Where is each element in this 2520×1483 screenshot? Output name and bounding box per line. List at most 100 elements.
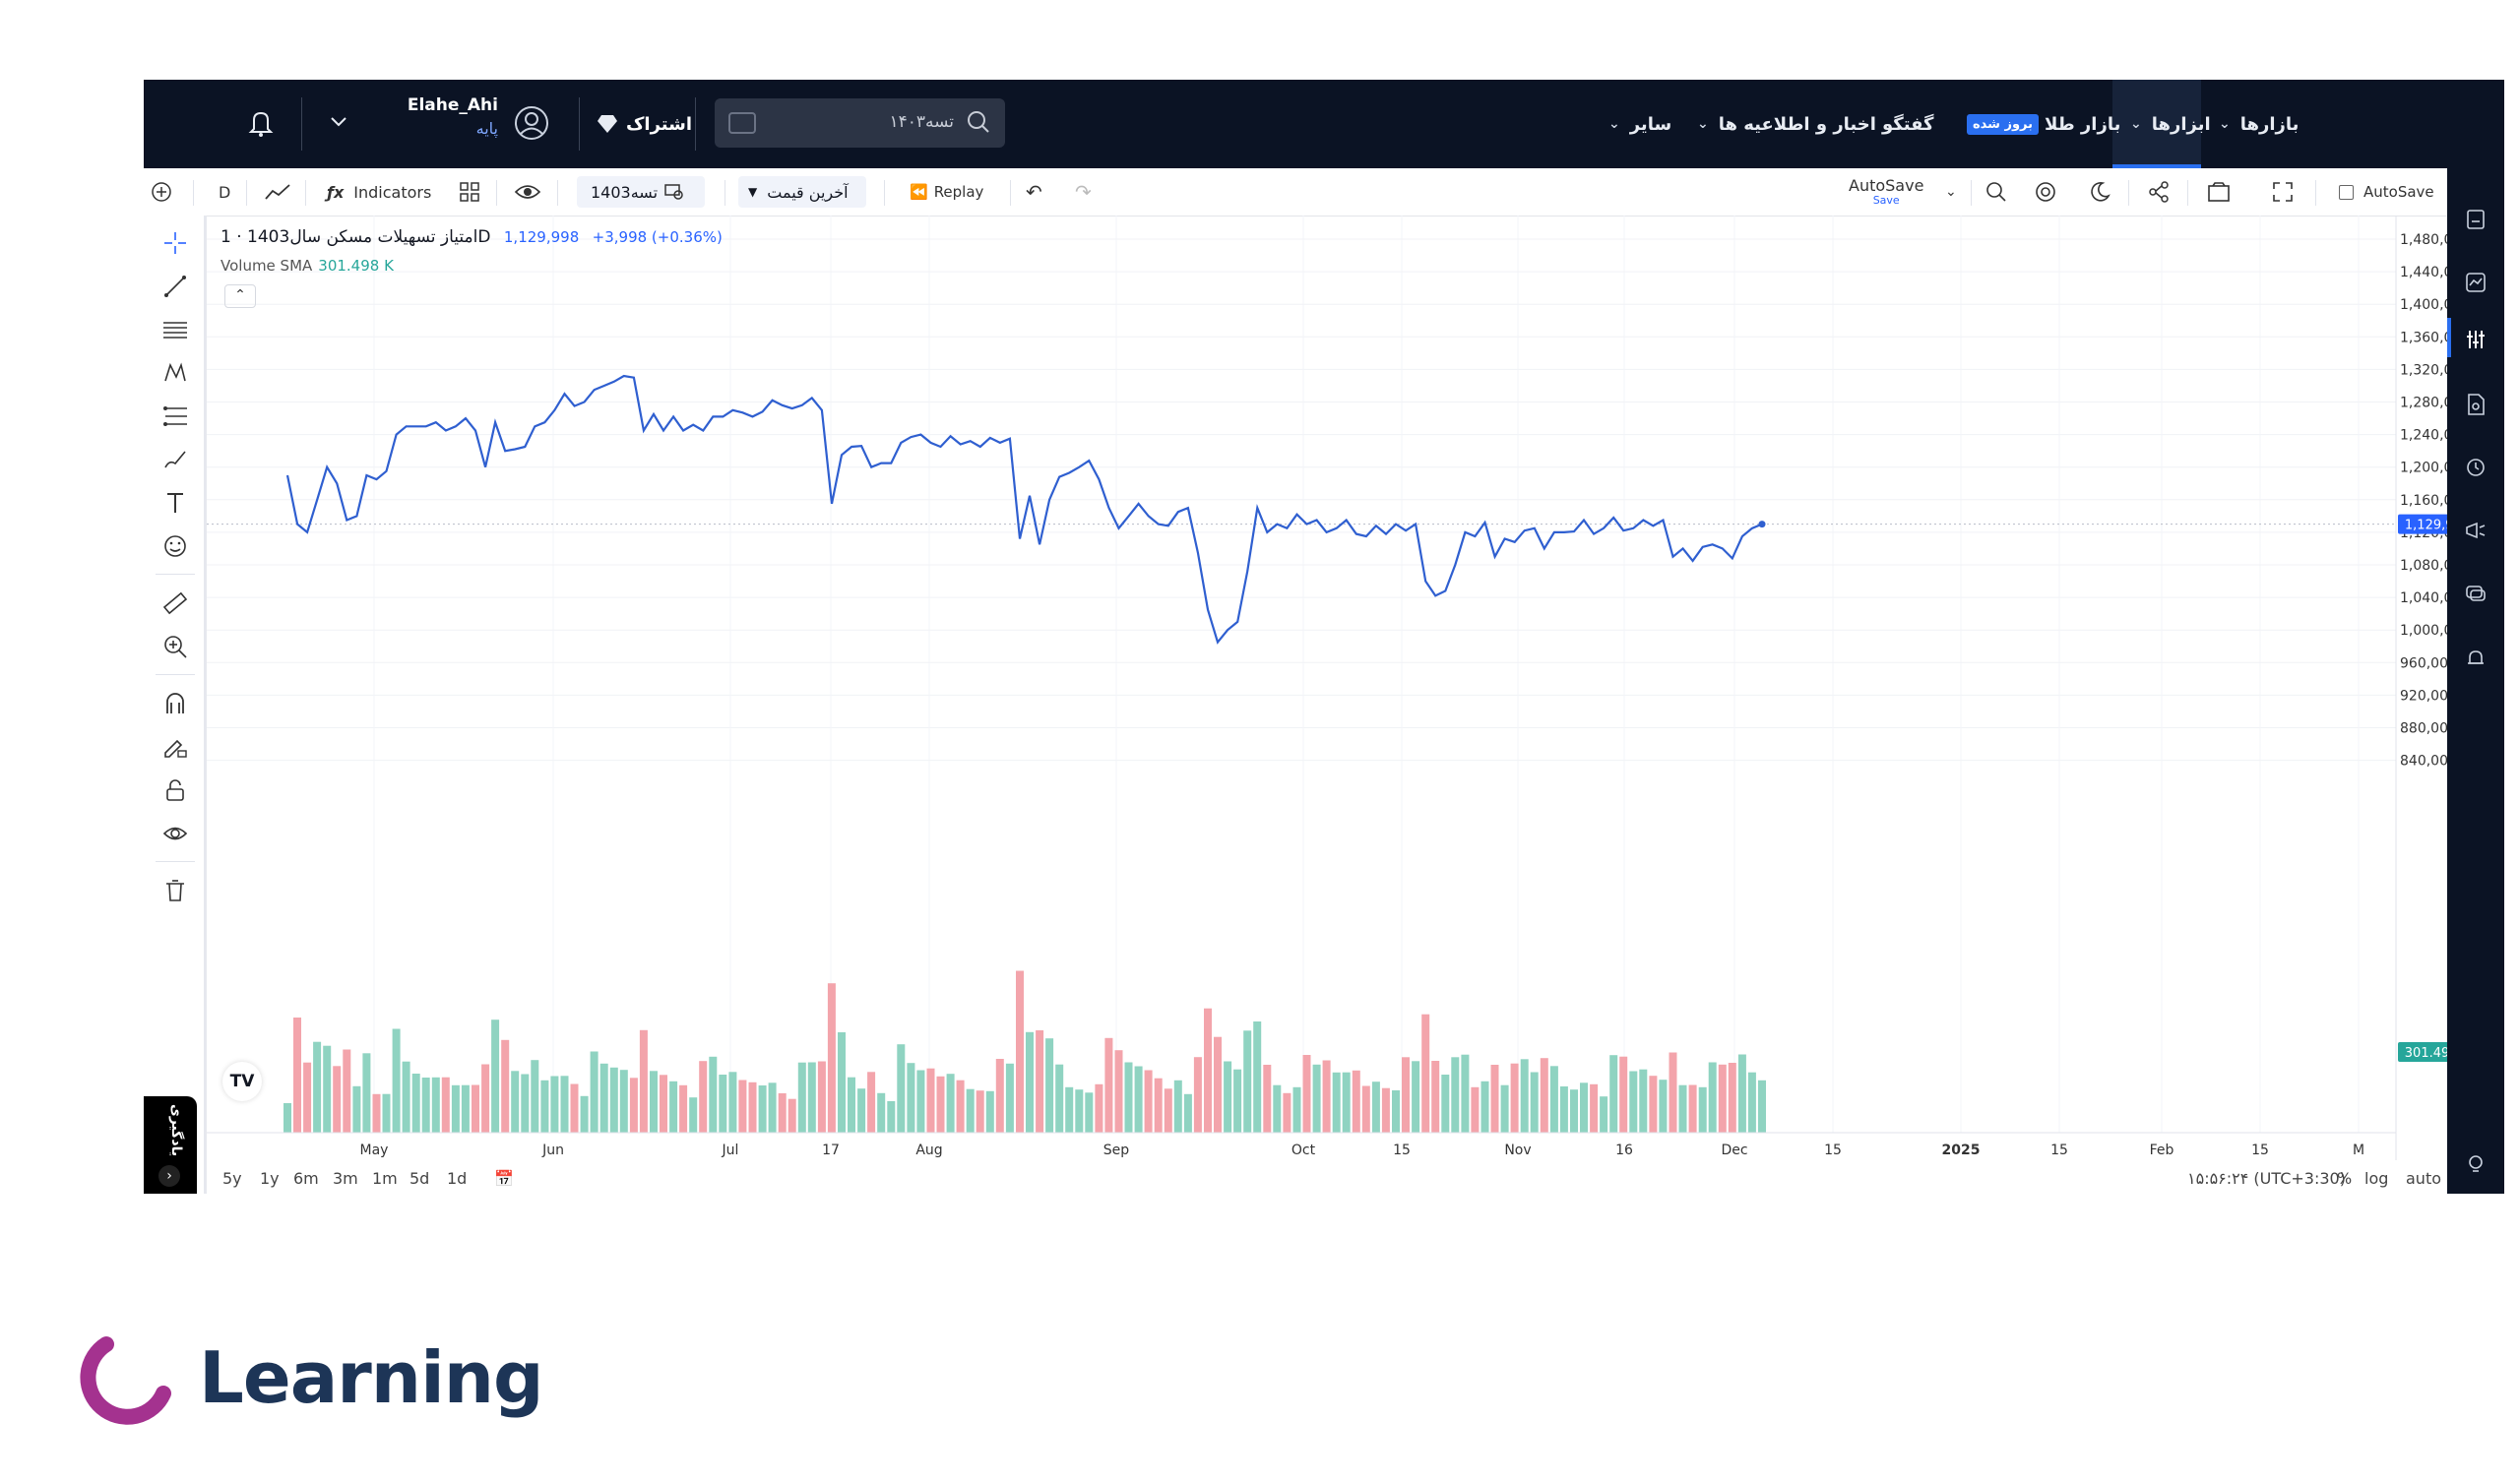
x-tick-label: Dec — [1721, 1143, 1747, 1158]
volume-bar — [1183, 1093, 1192, 1133]
price-chart[interactable]: 1,480,000 1,440,000 1,400,000 1,360,000 1,32… — [207, 216, 2447, 1167]
visibility-icon[interactable] — [161, 820, 189, 847]
chart-window-icon[interactable] — [2464, 271, 2488, 294]
x-tick-label: Sep — [1103, 1143, 1130, 1158]
emoji-icon[interactable] — [161, 532, 189, 560]
chart-area[interactable]: 1,480,000 1,440,000 1,400,000 1,360,000 1,32… — [207, 216, 2447, 1194]
nav-markets[interactable]: ⌄ بازارها — [2219, 80, 2299, 168]
clear-icon[interactable] — [728, 112, 756, 134]
range-5d[interactable]: 5d — [410, 1169, 429, 1188]
calendar-icon[interactable]: 📅 — [494, 1169, 514, 1188]
divider — [246, 180, 247, 206]
price-type-select[interactable]: ▼ آخرین قیمت — [738, 176, 866, 208]
ruler-icon[interactable] — [161, 589, 189, 617]
percent-toggle[interactable]: % — [2337, 1169, 2352, 1188]
range-6m[interactable]: 6m — [293, 1169, 319, 1188]
volume-bar — [1214, 1036, 1222, 1133]
lightbulb-icon[interactable] — [2464, 1152, 2488, 1176]
volume-bar — [1224, 1061, 1232, 1133]
snapshot-icon[interactable] — [2207, 168, 2231, 216]
moon-icon[interactable] — [2089, 168, 2110, 216]
zoom-in-icon[interactable] — [161, 633, 189, 660]
undo-icon[interactable]: ↶ — [1026, 168, 1042, 216]
eye-icon[interactable] — [514, 168, 541, 216]
bell-icon[interactable] — [246, 107, 276, 139]
volume-bar — [916, 1070, 925, 1133]
volume-bar — [738, 1080, 747, 1133]
sliders-icon[interactable] — [2464, 328, 2488, 351]
auto-toggle[interactable]: auto — [2406, 1169, 2441, 1188]
megaphone-icon[interactable] — [2464, 519, 2488, 542]
chart-type-icon[interactable] — [264, 168, 291, 216]
alert-clock-icon[interactable] — [2464, 456, 2488, 479]
nav-gold-market[interactable]: بروز شده بازار طلا — [1967, 80, 2120, 168]
volume-bar — [709, 1056, 718, 1133]
collapse-legend-button[interactable]: ⌃ — [224, 284, 256, 308]
volume-bar — [550, 1076, 559, 1133]
document-icon[interactable] — [2464, 393, 2488, 416]
range-1y[interactable]: 1y — [260, 1169, 280, 1188]
quick-search-icon[interactable] — [1984, 168, 2008, 216]
volume-bar — [768, 1082, 777, 1133]
volume-bar — [1055, 1064, 1064, 1133]
share-icon[interactable] — [2148, 168, 2170, 216]
brush-icon[interactable] — [161, 446, 189, 473]
learning-tab[interactable]: یادگیری › — [144, 1096, 197, 1194]
horizontal-lines-icon[interactable] — [161, 316, 189, 343]
clock-time[interactable]: ۱۵:۵۶:۲۴ (UTC+3:30) — [2187, 1169, 2346, 1188]
rewind-icon: ⏪ — [910, 183, 928, 201]
y-tick-label: 1,040,000 — [2400, 590, 2447, 606]
search-input[interactable]: تسه۱۴۰۳ — [889, 112, 954, 132]
settings-icon[interactable] — [2034, 168, 2057, 216]
drawing-toolbar — [144, 216, 207, 1194]
nav-chat[interactable]: گفتگو — [1882, 80, 1934, 168]
range-3m[interactable]: 3m — [333, 1169, 358, 1188]
magnet-icon[interactable] — [161, 690, 189, 717]
nav-tools[interactable]: ⌄ ابزارها — [2130, 80, 2211, 168]
user-info[interactable]: Elahe_Ahi پایه — [370, 95, 498, 138]
trend-line-icon[interactable] — [161, 273, 189, 300]
notification-icon[interactable] — [2464, 647, 2488, 670]
user-plan: پایه — [475, 119, 498, 138]
y-tick-label: 1,400,000 — [2400, 297, 2447, 313]
volume-bar — [966, 1088, 975, 1133]
pencil-lock-icon[interactable] — [161, 733, 189, 761]
trash-icon[interactable] — [161, 877, 189, 904]
chevron-down-icon[interactable]: ⌄ — [1945, 168, 1957, 216]
autosave-status[interactable]: AutoSave Save — [1849, 168, 1923, 216]
volume-bar — [323, 1045, 332, 1133]
volume-bar — [1441, 1075, 1450, 1133]
subscription-button[interactable]: اشتراک — [597, 80, 692, 168]
redo-icon[interactable]: ↷ — [1075, 168, 1092, 216]
volume-bar — [778, 1093, 787, 1133]
interval-button[interactable]: D — [219, 168, 230, 216]
log-toggle[interactable]: log — [2364, 1169, 2388, 1188]
compare-symbol-button[interactable]: تسه1403 — [577, 176, 705, 208]
add-symbol-icon[interactable] — [150, 168, 173, 216]
chat-icon[interactable] — [2464, 582, 2488, 605]
volume-bar — [1173, 1080, 1182, 1133]
text-icon[interactable] — [161, 489, 189, 517]
range-5y[interactable]: 5y — [222, 1169, 242, 1188]
fib-icon[interactable] — [161, 402, 189, 430]
pattern-icon[interactable] — [161, 359, 189, 387]
lock-icon[interactable] — [161, 776, 189, 804]
indicators-button[interactable]: ƒx Indicators — [327, 168, 431, 216]
watchlist-icon[interactable] — [2464, 208, 2488, 231]
last-price-dot — [1758, 521, 1766, 528]
chevron-down-icon[interactable] — [327, 109, 350, 133]
tradingview-logo[interactable]: TV — [222, 1062, 262, 1101]
range-1m[interactable]: 1m — [372, 1169, 398, 1188]
fullscreen-icon[interactable] — [2272, 168, 2294, 216]
diamond-icon — [598, 115, 617, 133]
templates-icon[interactable] — [459, 168, 480, 216]
range-1d[interactable]: 1d — [447, 1169, 467, 1188]
nav-other[interactable]: ⌄ سایر — [1608, 80, 1671, 168]
user-avatar-icon[interactable] — [514, 105, 549, 141]
autosave-checkbox[interactable]: AutoSave — [2339, 168, 2434, 216]
replay-button[interactable]: ⏪ Replay — [910, 168, 983, 216]
symbol-search[interactable]: تسه۱۴۰۳ — [715, 98, 1005, 148]
volume-bar — [985, 1090, 994, 1133]
crosshair-icon[interactable] — [161, 229, 189, 257]
nav-news[interactable]: ⌄ اخبار و اطلاعیه ها — [1697, 80, 1876, 168]
